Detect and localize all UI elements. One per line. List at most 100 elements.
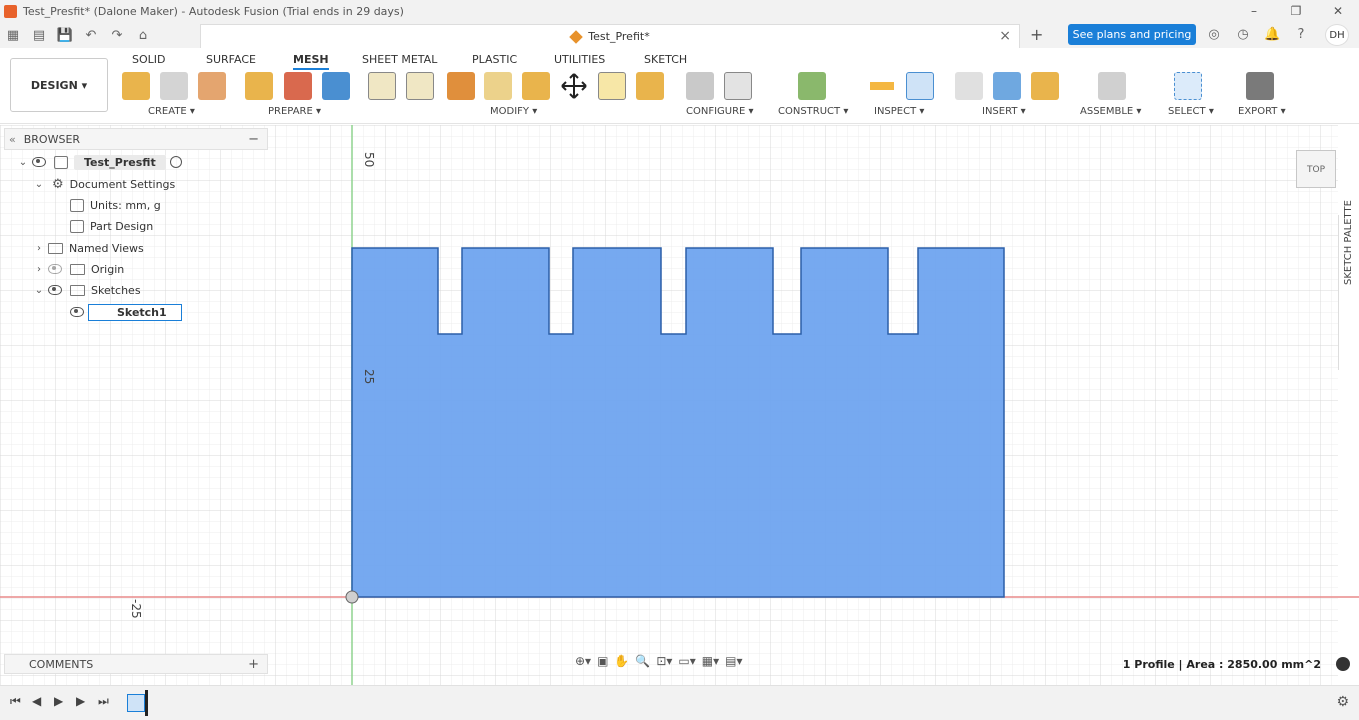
close-tab-icon[interactable]: × <box>999 28 1011 44</box>
smooth-icon[interactable] <box>522 72 550 100</box>
tab-mesh[interactable]: MESH <box>293 53 329 70</box>
visibility-eye-icon[interactable] <box>32 157 46 167</box>
see-plans-button[interactable]: See plans and pricing <box>1068 24 1196 45</box>
timeline-last-icon[interactable]: ⏭ <box>98 694 109 709</box>
sketch-palette-panel[interactable]: SKETCH PALETTE <box>1338 200 1359 370</box>
plane-cut-icon[interactable] <box>368 72 396 100</box>
tab-plastic[interactable]: PLASTIC <box>472 53 517 66</box>
help-icon[interactable]: ? <box>1293 27 1309 43</box>
orbit-icon[interactable]: ⊕▾ <box>575 654 591 672</box>
tab-surface[interactable]: SURFACE <box>206 53 256 66</box>
tab-sketch[interactable]: SKETCH <box>644 53 687 66</box>
configure-icon[interactable] <box>686 72 714 100</box>
origin-point[interactable] <box>345 590 359 604</box>
comments-panel[interactable]: COMMENTS + <box>4 654 268 674</box>
insert-mesh-icon[interactable] <box>122 72 150 100</box>
tree-named-views[interactable]: › Named Views <box>34 238 144 258</box>
visibility-eye-icon[interactable] <box>48 285 62 295</box>
move-copy-icon[interactable] <box>560 72 588 100</box>
chevron-right-icon[interactable]: › <box>34 264 44 275</box>
minimize-browser-icon[interactable]: − <box>248 132 259 147</box>
group-construct[interactable]: CONSTRUCT ▾ <box>778 106 848 117</box>
document-tab[interactable]: Test_Prefit* × <box>200 24 1020 48</box>
apps-grid-icon[interactable]: ▦ <box>0 28 26 43</box>
grid-settings-icon[interactable]: ▦▾ <box>702 654 719 672</box>
close-window-icon[interactable]: ✕ <box>1317 0 1359 22</box>
reverse-normal-icon[interactable] <box>636 72 664 100</box>
remesh-icon[interactable] <box>322 72 350 100</box>
construct-plane-icon[interactable] <box>798 72 826 100</box>
joint-icon[interactable] <box>1098 72 1126 100</box>
create-face-group-icon[interactable] <box>160 72 188 100</box>
chevron-down-icon[interactable]: ⌄ <box>34 285 44 296</box>
group-create[interactable]: CREATE ▾ <box>148 106 195 117</box>
minimize-icon[interactable]: – <box>1233 0 1275 22</box>
timeline-sketch-feature[interactable] <box>127 694 145 712</box>
zoom-icon[interactable]: 🔍 <box>635 654 650 672</box>
group-select[interactable]: SELECT ▾ <box>1168 106 1214 117</box>
workspace-switcher[interactable]: DESIGN ▾ <box>10 58 108 112</box>
undo-icon[interactable]: ↶ <box>78 28 104 43</box>
chevron-down-icon[interactable]: ⌄ <box>34 179 44 190</box>
look-at-icon[interactable]: ▣ <box>597 654 608 672</box>
configuration-table-icon[interactable] <box>724 72 752 100</box>
tree-origin[interactable]: › Origin <box>34 259 124 279</box>
generate-face-groups-icon[interactable] <box>245 72 273 100</box>
activate-radio-icon[interactable] <box>169 156 182 168</box>
timeline-prev-icon[interactable]: ◀ <box>32 694 41 708</box>
job-status-icon[interactable]: ◷ <box>1235 27 1251 43</box>
insert-derive-icon[interactable] <box>955 72 983 100</box>
combine-icon[interactable] <box>406 72 434 100</box>
tree-sketches[interactable]: ⌄ Sketches <box>34 280 141 300</box>
tree-root[interactable]: ⌄ Test_Presfit <box>18 152 182 172</box>
measure-icon[interactable] <box>868 72 896 100</box>
timeline-marker[interactable] <box>145 690 148 716</box>
tab-sheet-metal[interactable]: SHEET METAL <box>362 53 437 66</box>
tab-solid[interactable]: SOLID <box>132 53 165 66</box>
viewports-icon[interactable]: ▤▾ <box>725 654 742 672</box>
avatar[interactable]: DH <box>1325 24 1349 46</box>
visibility-eye-icon[interactable] <box>70 307 84 317</box>
tree-document-settings[interactable]: ⌄ ⚙ Document Settings <box>34 174 175 194</box>
sketch-status-icon[interactable] <box>1336 657 1350 671</box>
tree-part-design[interactable]: Part Design <box>66 216 153 236</box>
notifications-icon[interactable]: 🔔 <box>1264 27 1280 43</box>
fit-icon[interactable]: ⊡▾ <box>656 654 672 672</box>
export-icon[interactable] <box>1246 72 1274 100</box>
display-settings-icon[interactable]: ▭▾ <box>678 654 695 672</box>
chevron-down-icon[interactable]: ⌄ <box>18 157 28 168</box>
save-icon[interactable]: 💾 <box>52 28 78 43</box>
timeline-next-icon[interactable]: ▶ <box>76 694 85 708</box>
group-insert[interactable]: INSERT ▾ <box>982 106 1026 117</box>
tree-units[interactable]: Units: mm, g <box>66 195 161 215</box>
insert-mesh2-icon[interactable] <box>1031 72 1059 100</box>
timeline-play-icon[interactable]: ▶ <box>54 694 63 708</box>
group-inspect[interactable]: INSPECT ▾ <box>874 106 924 117</box>
group-export[interactable]: EXPORT ▾ <box>1238 106 1286 117</box>
extensions-icon[interactable]: ◎ <box>1206 27 1222 43</box>
reduce-icon[interactable] <box>484 72 512 100</box>
view-cube[interactable]: TOP <box>1296 150 1336 188</box>
restore-icon[interactable]: ❐ <box>1275 0 1317 22</box>
group-prepare[interactable]: PREPARE ▾ <box>268 106 321 117</box>
hidden-eye-icon[interactable] <box>48 264 62 274</box>
browser-panel-header[interactable]: « BROWSER − <box>4 128 268 150</box>
group-modify[interactable]: MODIFY ▾ <box>490 106 537 117</box>
tab-utilities[interactable]: UTILITIES <box>554 53 605 66</box>
interference-icon[interactable] <box>906 72 934 100</box>
redo-icon[interactable]: ↷ <box>104 28 130 43</box>
file-menu-icon[interactable]: ▤ <box>26 28 52 43</box>
add-comment-icon[interactable]: + <box>248 657 259 672</box>
tessellate-icon[interactable] <box>198 72 226 100</box>
repair-icon[interactable] <box>284 72 312 100</box>
pan-icon[interactable]: ✋ <box>614 654 629 672</box>
chevron-right-icon[interactable]: › <box>34 243 44 254</box>
select-window-icon[interactable] <box>1174 72 1202 100</box>
new-tab-icon[interactable]: + <box>1030 25 1043 44</box>
insert-canvas-icon[interactable] <box>993 72 1021 100</box>
shell-icon[interactable] <box>447 72 475 100</box>
erase-fill-icon[interactable] <box>598 72 626 100</box>
group-configure[interactable]: CONFIGURE ▾ <box>686 106 754 117</box>
tree-sketch1[interactable]: Sketch1 <box>66 302 182 322</box>
timeline-settings-gear-icon[interactable]: ⚙ <box>1336 694 1349 710</box>
